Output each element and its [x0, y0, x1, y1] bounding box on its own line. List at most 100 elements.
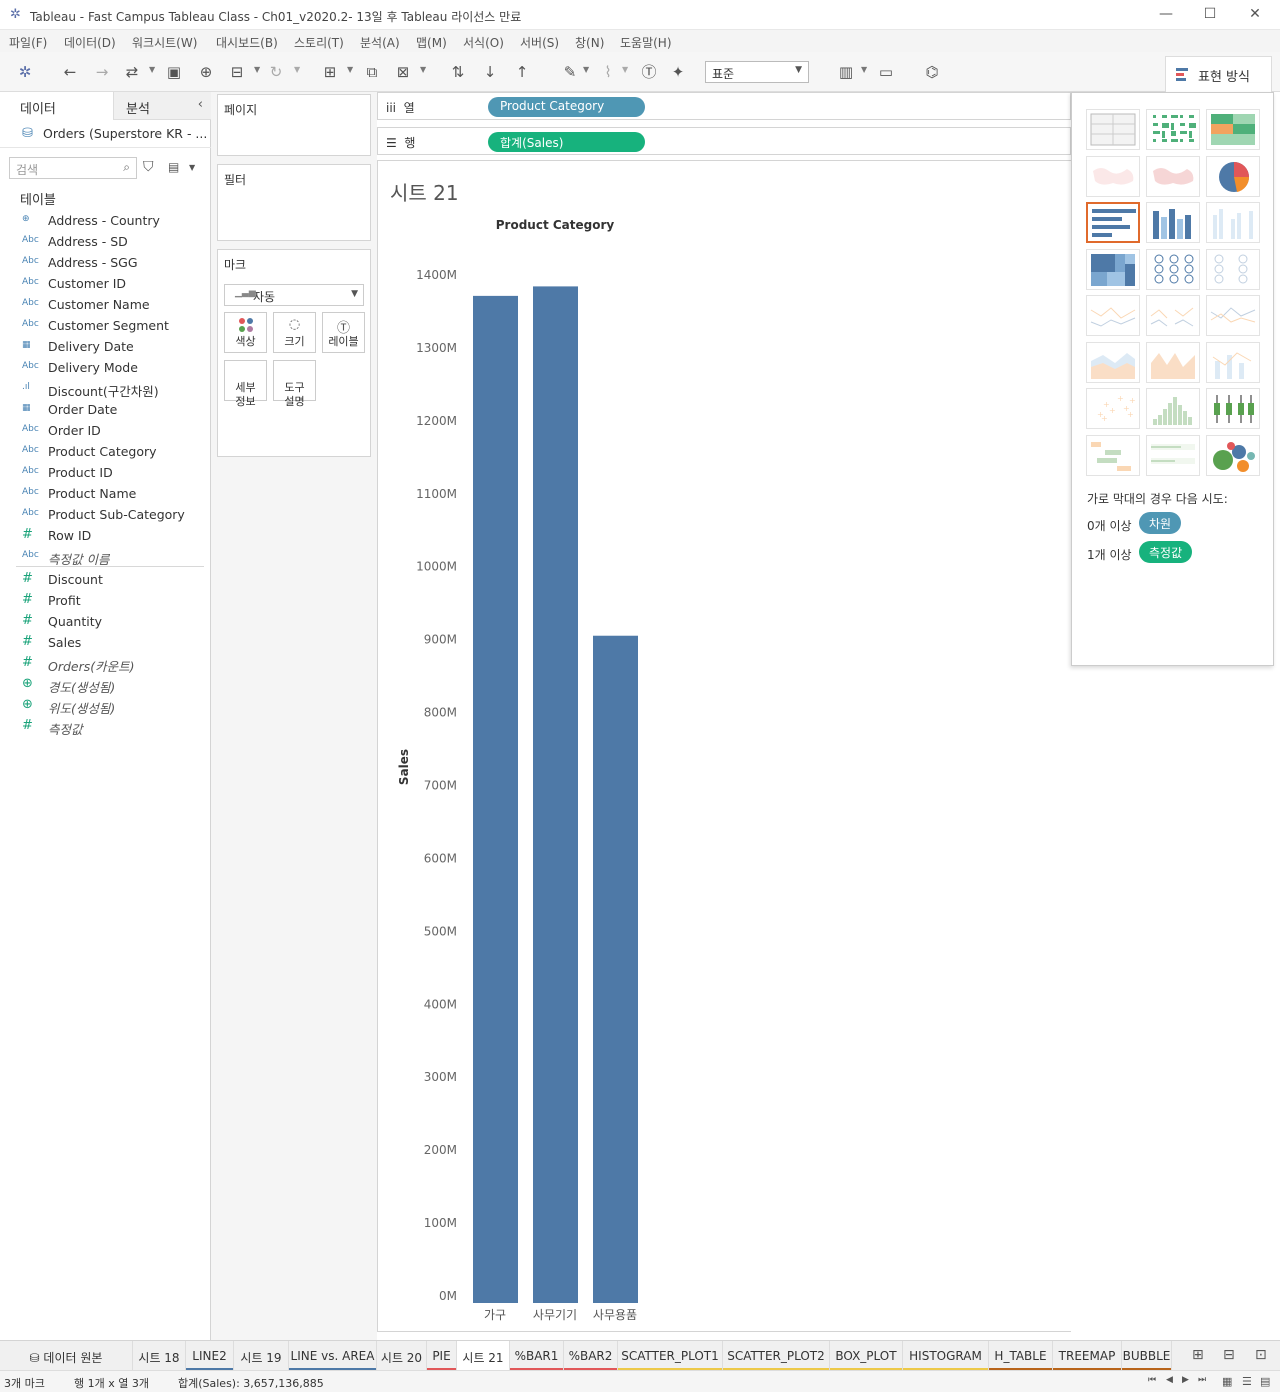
field-item[interactable]: Abc Order ID	[0, 420, 205, 441]
minimize-icon[interactable]: —	[1156, 6, 1176, 24]
swap-rows-cols-icon[interactable]: ⇅	[448, 62, 468, 82]
color-button[interactable]: 색상	[224, 312, 267, 353]
field-item[interactable]: Abc Product Sub-Category	[0, 504, 205, 525]
sheet-tab[interactable]: %BAR1	[510, 1341, 564, 1371]
fit-select[interactable]: 표준 ▼	[705, 61, 809, 83]
group-icon[interactable]: ⌇	[598, 62, 618, 82]
duplicate-sheet-icon[interactable]: ⧉	[362, 62, 382, 82]
field-item[interactable]: Abc Product ID	[0, 462, 205, 483]
prev-page-icon[interactable]: ◀	[1166, 1375, 1173, 1385]
sheet-tab[interactable]: TREEMAP	[1053, 1341, 1122, 1371]
menu-data[interactable]: 데이터(D)	[64, 34, 116, 51]
chart-type-dual-combination[interactable]	[1206, 341, 1260, 383]
field-item[interactable]: ▦ Delivery Date	[0, 336, 205, 357]
field-item[interactable]: # Row ID	[0, 525, 205, 546]
field-item[interactable]: Abc Delivery Mode	[0, 357, 205, 378]
chart-type-filled-map[interactable]	[1146, 155, 1200, 197]
swap-dropdown-icon[interactable]: ▼	[149, 65, 155, 74]
view-options-dropdown-icon[interactable]: ▼	[189, 163, 195, 172]
sort-ascending-icon[interactable]: ↓	[480, 62, 500, 82]
field-item[interactable]: # Sales	[0, 632, 205, 653]
chart-type-symbol-map[interactable]	[1086, 155, 1140, 197]
film-view-icon[interactable]: ▤	[1260, 1375, 1270, 1388]
field-item[interactable]: ▦ Order Date	[0, 399, 205, 420]
new-sheet-icon[interactable]: ⊞	[320, 62, 340, 82]
field-item[interactable]: Abc Address - SD	[0, 231, 205, 252]
menu-server[interactable]: 서버(S)	[520, 34, 559, 51]
sheet-tab[interactable]: 시트 18	[133, 1341, 186, 1371]
label-button[interactable]: Ⓣ 레이블	[322, 312, 365, 353]
sheet-tab[interactable]: PIE	[427, 1341, 457, 1371]
columns-shelf[interactable]: iii 열 Product Category	[377, 92, 1071, 120]
size-button[interactable]: ◌ 크기	[273, 312, 316, 353]
undo-icon[interactable]: ←	[60, 62, 80, 82]
group-dropdown-icon[interactable]: ▼	[622, 65, 628, 74]
sheet-tab[interactable]: LINE vs. AREA	[289, 1341, 377, 1371]
mark-type-select[interactable]: ▁▃▅ 자동 ▼	[224, 284, 364, 306]
redo-icon[interactable]: →	[92, 62, 112, 82]
bar[interactable]	[593, 635, 638, 1303]
sheet-tab[interactable]: 시트 21	[457, 1341, 510, 1371]
columns-pill[interactable]: Product Category	[488, 97, 645, 117]
search-input[interactable]: 검색 ⌕	[9, 157, 137, 179]
field-item[interactable]: Abc Product Name	[0, 483, 205, 504]
sheet-tab[interactable]: 시트 19	[234, 1341, 289, 1371]
chart-type-scatter-plot[interactable]: + + + + + + + +	[1086, 388, 1140, 429]
rows-pill[interactable]: 합계(Sales)	[488, 132, 645, 152]
field-item[interactable]: Abc Product Category	[0, 441, 205, 462]
pages-card[interactable]: 페이지	[217, 94, 371, 156]
show-me-tab[interactable]: 표현 방식	[1165, 56, 1272, 93]
close-icon[interactable]: ✕	[1245, 6, 1265, 24]
menu-analysis[interactable]: 분석(A)	[360, 34, 400, 51]
chart-type-discrete-lines[interactable]	[1146, 295, 1200, 336]
chart-type-stacked-bars[interactable]	[1146, 202, 1200, 243]
pin-icon[interactable]: ✦	[668, 62, 688, 82]
chart-type-area-discrete[interactable]	[1146, 341, 1200, 383]
tab-analysis[interactable]: 분석 ‹	[113, 92, 211, 120]
menu-format[interactable]: 서식(O)	[463, 34, 504, 51]
swap-icon[interactable]: ⇄	[122, 62, 142, 82]
chart-type-highlight-table[interactable]	[1206, 109, 1260, 150]
list-view-icon[interactable]: ☰	[1242, 1375, 1252, 1388]
menu-help[interactable]: 도움말(H)	[620, 34, 672, 51]
share-icon[interactable]: ⌬	[922, 62, 942, 82]
filters-card[interactable]: 필터	[217, 164, 371, 241]
sort-descending-icon[interactable]: ↑	[512, 62, 532, 82]
field-item[interactable]: Abc Customer ID	[0, 273, 205, 294]
field-item[interactable]: # Quantity	[0, 611, 205, 632]
refresh-icon[interactable]: ↻	[266, 62, 286, 82]
refresh-dropdown-icon[interactable]: ▼	[294, 65, 300, 74]
last-page-icon[interactable]: ⏭	[1198, 1375, 1206, 1385]
field-item[interactable]: ⊕ Address - Country	[0, 210, 205, 231]
chart-type-bullet-graph[interactable]	[1146, 434, 1200, 476]
chart-type-treemap[interactable]	[1086, 248, 1140, 290]
maximize-icon[interactable]: ☐	[1200, 6, 1220, 24]
chart-type-side-by-side-bars[interactable]	[1206, 202, 1260, 243]
chart-type-continuous-lines[interactable]	[1086, 295, 1140, 336]
field-item[interactable]: # Profit	[0, 590, 205, 611]
sheet-tab[interactable]: SCATTER_PLOT2	[723, 1341, 830, 1371]
detail-button[interactable]: 세부 정보	[224, 360, 267, 408]
datasource-dropdown-icon[interactable]: ▼	[254, 65, 260, 74]
sheet-tab[interactable]: BOX_PLOT	[830, 1341, 903, 1371]
chart-type-circle-views[interactable]	[1146, 248, 1200, 290]
datasource-icon[interactable]: ⊟	[227, 62, 247, 82]
show-cards-icon[interactable]: ▥	[836, 62, 856, 82]
sheet-tab[interactable]: ⛁ 데이터 원본	[0, 1341, 133, 1371]
sheet-tab[interactable]: HISTOGRAM	[903, 1341, 989, 1371]
tab-data[interactable]: 데이터	[0, 92, 113, 120]
save-icon[interactable]: ▣	[164, 62, 184, 82]
menu-file[interactable]: 파일(F)	[9, 34, 47, 51]
sheet-tab[interactable]: BUBBLE	[1122, 1341, 1172, 1371]
chart-type-dual-lines[interactable]	[1206, 295, 1260, 336]
rows-shelf[interactable]: ☰ 행 합계(Sales)	[377, 127, 1071, 155]
menu-map[interactable]: 맵(M)	[416, 34, 447, 51]
tooltip-button[interactable]: 도구 설명	[273, 360, 316, 408]
chart-type-area-continuous[interactable]	[1086, 341, 1140, 383]
new-sheet-dropdown-icon[interactable]: ▼	[347, 65, 353, 74]
menu-worksheet[interactable]: 워크시트(W)	[132, 34, 197, 51]
sheet-tab[interactable]: 시트 20	[377, 1341, 427, 1371]
field-item[interactable]: ⊕ 위도(생성됨)	[0, 695, 205, 716]
datasource-item[interactable]: ⛁ Orders (Superstore KR - ...	[0, 120, 211, 148]
tableau-home-icon[interactable]: ✲	[15, 62, 35, 82]
